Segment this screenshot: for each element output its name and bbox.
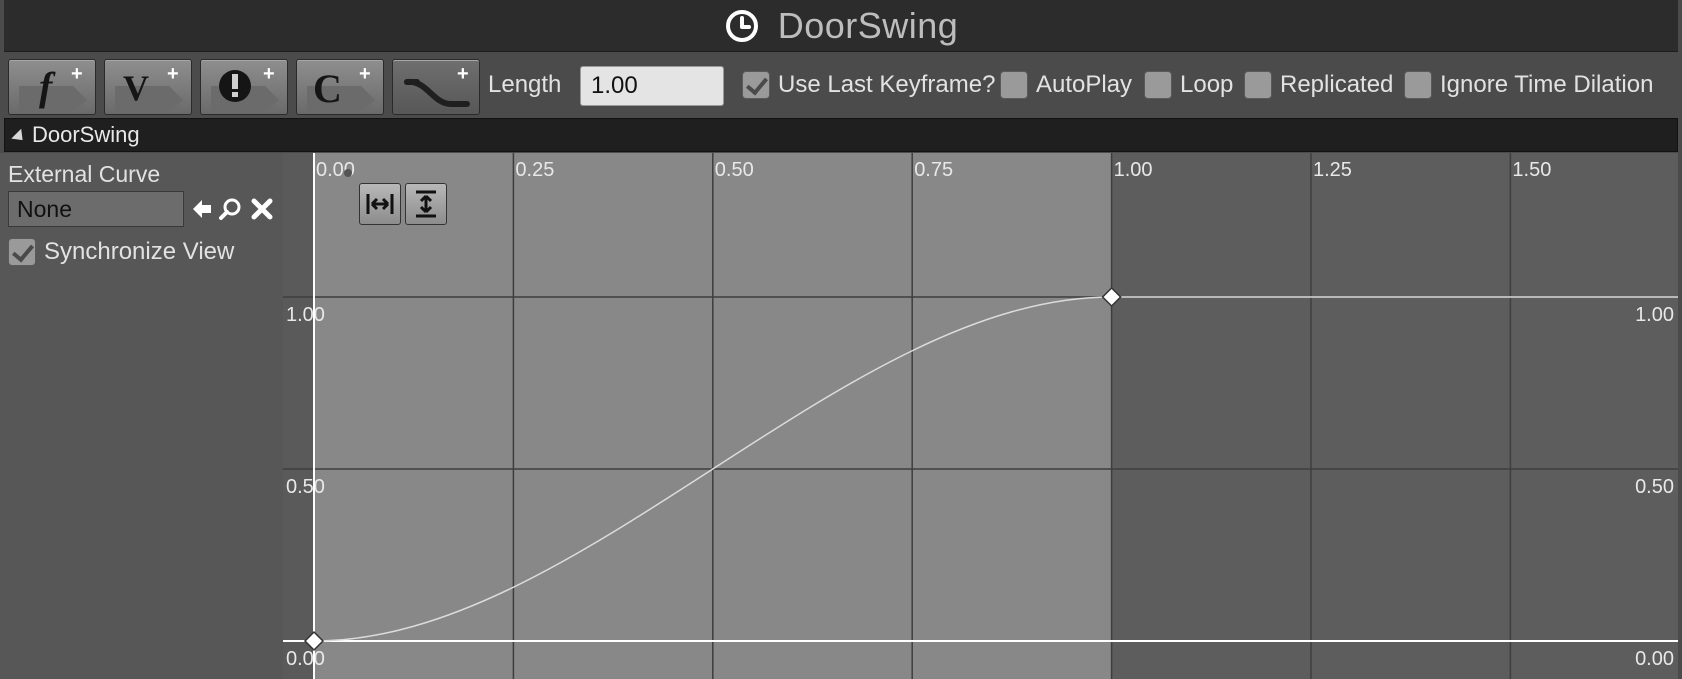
- timeline-toolbar: f + V + + C + + Length 1.00 Use Last Key…: [0, 53, 1682, 117]
- event-track-icon: +: [211, 63, 279, 112]
- time-tick-label: 1.50: [1512, 159, 1551, 181]
- loop-checkbox[interactable]: Loop: [1144, 68, 1233, 102]
- zoom-to-fit-horizontal-button[interactable]: [359, 183, 401, 225]
- length-label: Length: [488, 71, 562, 98]
- svg-text:C: C: [313, 66, 342, 111]
- pre-range-bg: [283, 153, 314, 679]
- loop-label: Loop: [1180, 71, 1234, 98]
- checkbox-icon[interactable]: [1244, 71, 1272, 99]
- scrub-handle: [344, 169, 352, 177]
- collapse-triangle-icon[interactable]: [11, 128, 28, 145]
- zoom-to-fit-vertical-button[interactable]: [405, 183, 447, 225]
- svg-text:+: +: [71, 63, 83, 85]
- svg-text:V: V: [123, 68, 149, 108]
- fit-vertical-icon: [416, 190, 436, 218]
- add-curve-asset-button[interactable]: +: [392, 59, 480, 115]
- add-event-track-button[interactable]: +: [200, 59, 288, 115]
- synchronize-view-checkbox[interactable]: Synchronize View: [8, 235, 234, 269]
- clear-close-icon[interactable]: [250, 197, 274, 221]
- value-tick-label-right: 1.00: [1635, 304, 1674, 326]
- svg-text:+: +: [263, 63, 275, 85]
- color-track-icon: C +: [307, 63, 375, 112]
- value-tick-label-left: 0.50: [286, 476, 325, 498]
- value-tick-label-left: 0.00: [286, 648, 325, 670]
- fit-horizontal-icon: [366, 194, 394, 214]
- external-curve-label: External Curve: [8, 161, 161, 187]
- track-name: DoorSwing: [32, 122, 140, 147]
- curve-graph-canvas[interactable]: 0.00 0.25 0.50 0.75 1.00 1.25 1.50 1.00 1.00 0.50…: [283, 153, 1678, 679]
- value-tick-label-right: 0.50: [1635, 476, 1674, 498]
- time-tick-label: 1.25: [1313, 159, 1352, 181]
- checkbox-icon[interactable]: [1404, 71, 1432, 99]
- timeline-title-bar: DoorSwing: [4, 0, 1678, 52]
- checkbox-icon[interactable]: [1000, 71, 1028, 99]
- add-vector-track-button[interactable]: V +: [104, 59, 192, 115]
- use-selected-arrow-icon[interactable]: [190, 197, 214, 221]
- external-curve-field[interactable]: None: [8, 191, 184, 227]
- length-input[interactable]: [580, 66, 724, 106]
- vector-track-icon: V +: [115, 63, 183, 112]
- add-float-track-button[interactable]: f +: [8, 59, 96, 115]
- timeline-title: DoorSwing: [777, 4, 959, 46]
- track-properties-panel: External Curve None Synchronize View: [0, 153, 283, 679]
- checkbox-checked-icon[interactable]: [742, 71, 770, 99]
- synchronize-view-label: Synchronize View: [44, 238, 235, 265]
- browse-search-icon[interactable]: [218, 197, 242, 221]
- checkbox-icon[interactable]: [1144, 71, 1172, 99]
- replicated-label: Replicated: [1280, 71, 1394, 98]
- use-last-keyframe-checkbox[interactable]: Use Last Keyframe?: [742, 68, 995, 102]
- autoplay-checkbox[interactable]: AutoPlay: [1000, 68, 1132, 102]
- svg-text:+: +: [457, 63, 469, 85]
- curve-graph[interactable]: 0.00 0.25 0.50 0.75 1.00 1.25 1.50 1.00 1.00 0.50…: [283, 153, 1678, 679]
- replicated-checkbox[interactable]: Replicated: [1244, 68, 1393, 102]
- time-tick-label: 0.50: [715, 159, 754, 181]
- svg-text:+: +: [167, 63, 179, 85]
- curve-icon: +: [404, 63, 470, 107]
- clock-icon: [725, 9, 758, 42]
- ignore-time-dilation-label: Ignore Time Dilation: [1440, 71, 1654, 98]
- time-tick-label: 0.25: [515, 159, 554, 181]
- track-header[interactable]: DoorSwing: [4, 118, 1678, 152]
- float-track-icon: f +: [19, 63, 87, 112]
- autoplay-label: AutoPlay: [1036, 71, 1133, 98]
- value-tick-label-right: 0.00: [1635, 648, 1674, 670]
- value-tick-label-left: 1.00: [286, 304, 325, 326]
- add-color-track-button[interactable]: C +: [296, 59, 384, 115]
- time-tick-label: 0.75: [914, 159, 953, 181]
- use-last-keyframe-label: Use Last Keyframe?: [778, 71, 996, 98]
- svg-text:+: +: [359, 63, 371, 85]
- time-tick-label: 1.00: [1114, 159, 1153, 181]
- checkbox-checked-icon[interactable]: [8, 238, 36, 266]
- ignore-time-dilation-checkbox[interactable]: Ignore Time Dilation: [1404, 68, 1653, 102]
